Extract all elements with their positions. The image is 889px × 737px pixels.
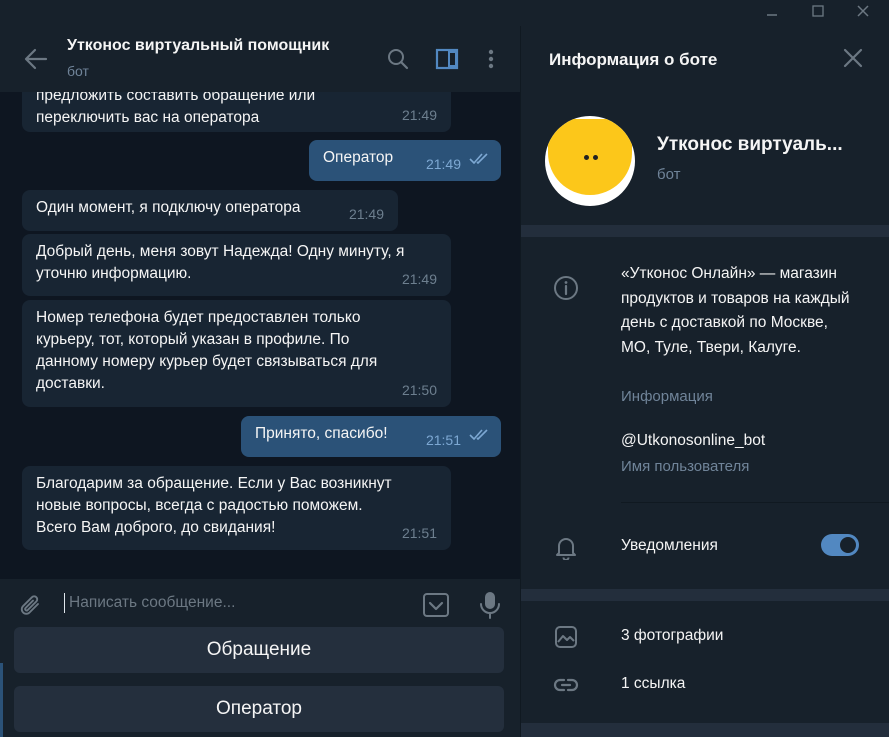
avatar-logo <box>548 119 632 195</box>
notifications-label: Уведомления <box>621 537 718 554</box>
bot-name: Утконос виртуаль... <box>657 134 843 155</box>
message-time: 21:49 <box>401 271 437 287</box>
message-list[interactable]: предложить составить обращение или перек… <box>0 92 520 579</box>
message-incoming[interactable]: Номер телефона будет предоставлен только… <box>22 300 451 407</box>
maximize-icon[interactable] <box>800 0 836 22</box>
keyboard-button-operator[interactable]: Оператор <box>14 686 504 732</box>
bot-info-panel: Информация о боте Утконос виртуаль... бо… <box>520 26 889 737</box>
bot-username[interactable]: @Utkonosonline_bot <box>621 432 765 450</box>
search-icon[interactable] <box>385 46 411 72</box>
message-time: 21:51 <box>401 525 437 541</box>
attach-icon[interactable] <box>18 593 44 624</box>
description-label: Информация <box>621 388 713 405</box>
close-panel-icon[interactable] <box>841 46 865 75</box>
chat-title[interactable]: Утконос виртуальный помощник <box>67 37 329 55</box>
message-text: предложить составить обращение или перек… <box>36 92 316 126</box>
link-icon <box>553 672 579 703</box>
message-text: Оператор <box>323 149 394 166</box>
avatar-eye <box>584 155 589 160</box>
read-checkmarks-icon <box>469 425 489 447</box>
message-incoming[interactable]: предложить составить обращение или перек… <box>22 92 451 132</box>
bot-avatar[interactable] <box>545 116 635 206</box>
sidebar-toggle-icon[interactable] <box>434 46 460 72</box>
microphone-icon[interactable] <box>478 590 502 625</box>
section-divider <box>521 589 889 601</box>
chat-subtitle: бот <box>67 63 89 79</box>
keyboard-button-request[interactable]: Обращение <box>14 627 504 673</box>
message-time: 21:49 <box>348 206 384 222</box>
bot-keyboard-icon[interactable] <box>422 591 450 624</box>
back-arrow-icon[interactable] <box>22 46 50 72</box>
notifications-toggle[interactable] <box>821 534 859 556</box>
message-time: 21:49 <box>401 107 437 123</box>
message-incoming[interactable]: Благодарим за обращение. Если у Вас возн… <box>22 466 451 550</box>
message-outgoing[interactable]: Оператор 21:49 <box>309 140 501 181</box>
chat-pane: Утконос виртуальный помощник бот предлож… <box>0 26 520 737</box>
bot-subtitle: бот <box>657 166 681 183</box>
bell-icon <box>553 534 579 565</box>
shared-links-link[interactable]: 1 ссылка <box>621 675 685 693</box>
minimize-icon[interactable] <box>754 0 790 22</box>
message-text: Благодарим за обращение. Если у Вас возн… <box>36 475 392 536</box>
message-incoming[interactable]: Добрый день, меня зовут Надежда! Одну ми… <box>22 234 451 296</box>
message-incoming[interactable]: Один момент, я подключу оператора 21:49 <box>22 190 398 231</box>
section-divider <box>521 225 889 237</box>
message-time: 21:50 <box>401 382 437 398</box>
message-time: 21:51 <box>425 432 461 448</box>
section-divider <box>521 723 889 737</box>
window-edge-strip <box>0 663 3 737</box>
row-separator <box>621 502 889 503</box>
read-checkmarks-icon <box>469 149 489 171</box>
info-icon <box>553 275 579 306</box>
text-caret <box>64 593 65 613</box>
username-label: Имя пользователя <box>621 458 750 475</box>
message-text: Добрый день, меня зовут Надежда! Одну ми… <box>36 243 405 282</box>
message-input[interactable]: Написать сообщение... <box>69 594 235 612</box>
shared-photos-link[interactable]: 3 фотографии <box>621 627 723 645</box>
message-text: Один момент, я подключу оператора <box>36 199 301 216</box>
bot-description: «Утконос Онлайн» — магазин продуктов и т… <box>621 265 850 356</box>
toggle-knob <box>838 535 858 555</box>
window-titlebar <box>0 0 889 26</box>
message-composer: Написать сообщение... <box>0 579 520 631</box>
info-panel-title: Информация о боте <box>549 50 718 69</box>
close-icon[interactable] <box>845 0 881 22</box>
photo-icon <box>553 624 579 655</box>
chat-header: Утконос виртуальный помощник бот <box>0 26 520 92</box>
avatar-eye <box>593 155 598 160</box>
message-outgoing[interactable]: Принято, спасибо! 21:51 <box>241 416 501 457</box>
more-vertical-icon[interactable] <box>478 46 504 72</box>
message-text: Номер телефона будет предоставлен только… <box>36 309 378 392</box>
bot-keyboard: Обращение Оператор <box>0 627 520 737</box>
message-time: 21:49 <box>425 156 461 172</box>
